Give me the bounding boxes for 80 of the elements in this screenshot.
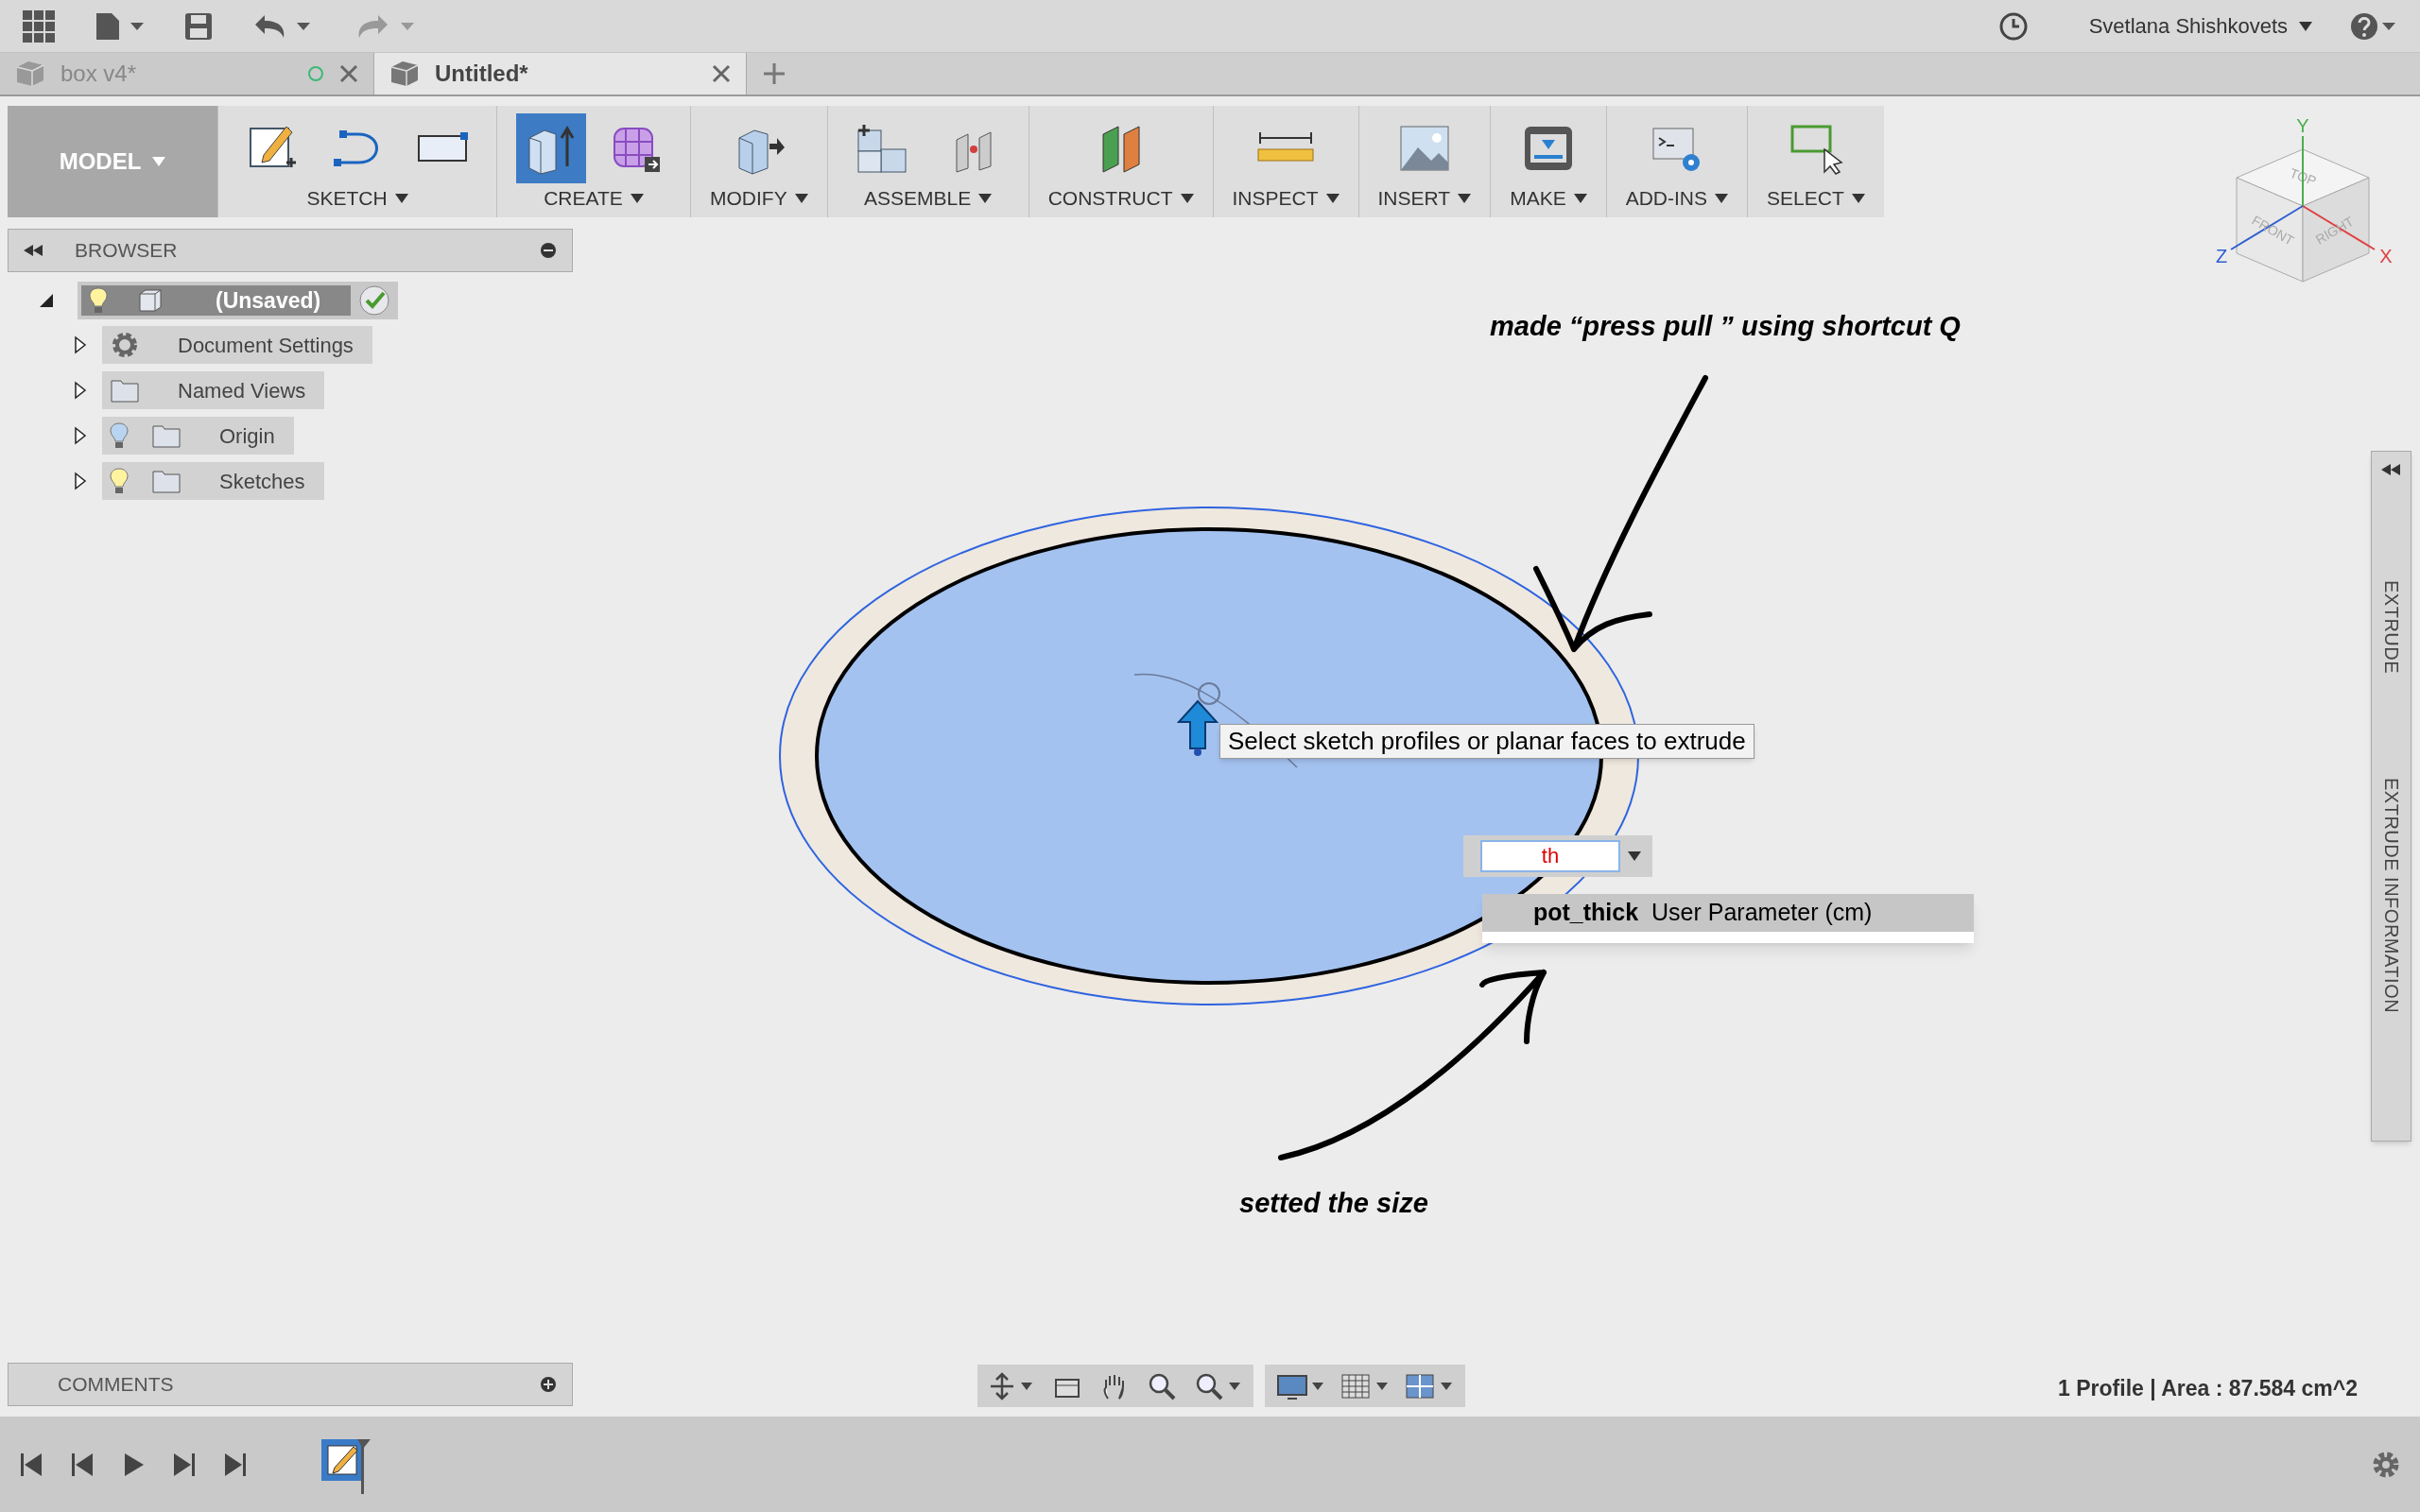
close-icon[interactable]	[339, 64, 358, 83]
panel-title: BROWSER	[75, 238, 179, 264]
caret-icon	[394, 193, 408, 203]
toolbar-tool[interactable]	[516, 113, 586, 183]
collapsed-triangle-icon[interactable]	[74, 472, 87, 490]
save-icon[interactable]	[183, 10, 214, 42]
axis-label: X	[2379, 246, 2393, 266]
tree-item[interactable]: Named Views	[102, 371, 325, 409]
caret-icon	[1715, 193, 1728, 203]
folder-icon	[151, 468, 182, 494]
collapsed-triangle-icon[interactable]	[74, 335, 87, 354]
expand-icon[interactable]	[2380, 463, 2402, 476]
orbit-icon[interactable]	[989, 1371, 1034, 1400]
collapsed-triangle-icon[interactable]	[74, 426, 87, 445]
lightbulb-icon[interactable]	[89, 286, 108, 315]
axis-label: Y	[2296, 115, 2309, 136]
box-document-icon	[389, 60, 420, 88]
caret-icon	[1573, 193, 1587, 203]
lightbulb-icon[interactable]	[110, 421, 129, 450]
lightbulb-icon[interactable]	[110, 467, 129, 495]
toolbar-group-menu[interactable]: INSERT	[1377, 183, 1472, 214]
toolbar-group-menu[interactable]: CONSTRUCT	[1047, 183, 1194, 214]
minimize-icon[interactable]	[540, 242, 557, 259]
caret-icon	[794, 193, 808, 203]
collapse-icon[interactable]	[24, 243, 44, 258]
dropdown-button[interactable]	[1628, 851, 1641, 861]
caret-icon	[630, 193, 644, 203]
panel-tab[interactable]: EXTRUDE INFORMATION	[2377, 778, 2406, 1014]
toolbar-group-menu[interactable]: ASSEMBLE	[864, 183, 993, 214]
toolbar-group-menu[interactable]: ADD-INS	[1625, 183, 1728, 214]
collapsed-triangle-icon[interactable]	[74, 381, 87, 400]
caret-icon	[978, 193, 993, 203]
caret-icon	[152, 157, 166, 166]
caret-icon	[1180, 193, 1194, 203]
distance-input-field[interactable]: th	[1480, 840, 1620, 872]
toolbar-group-menu[interactable]: INSPECT	[1232, 183, 1340, 214]
cube-face-label: TOP	[2288, 164, 2319, 189]
document-tab[interactable]: Untitled*	[373, 53, 747, 94]
panel-title: COMMENTS	[58, 1372, 175, 1398]
tab-label: box v4*	[60, 60, 138, 88]
new-tab-icon[interactable]	[762, 61, 786, 86]
caret-icon	[1851, 193, 1865, 203]
toolbar-group-menu[interactable]: CREATE	[544, 183, 644, 214]
toolbar-group-menu[interactable]: MAKE	[1510, 183, 1587, 214]
extrude-arrow-icon	[1177, 699, 1219, 756]
user-menu[interactable]: Svetlana Shishkovets	[2088, 10, 2312, 42]
sync-status-icon	[307, 65, 324, 82]
zoom-icon[interactable]	[1148, 1371, 1176, 1400]
help-icon[interactable]	[2350, 10, 2397, 42]
tree-item[interactable]: Sketches	[102, 462, 324, 500]
tooltip: Select sketch profiles or planar faces to extrude	[1219, 724, 1754, 759]
grid-icon[interactable]	[1340, 1371, 1390, 1400]
annotation-text: made “press pull ” using shortcut Q	[1490, 310, 1961, 343]
caret-icon	[1458, 193, 1472, 203]
tab-label: Untitled*	[435, 60, 529, 88]
axis-label: Z	[2215, 246, 2228, 266]
apps-grid-icon[interactable]	[23, 9, 55, 43]
tree-item[interactable]: Document Settings	[102, 326, 372, 364]
gear-icon	[110, 330, 140, 360]
add-icon[interactable]	[540, 1376, 557, 1393]
folder-icon	[151, 422, 182, 449]
clock-icon[interactable]	[1997, 10, 2029, 42]
box-document-icon	[15, 60, 45, 88]
folder-icon	[110, 377, 140, 404]
expanded-triangle-icon[interactable]	[38, 292, 55, 309]
active-check-icon[interactable]	[358, 284, 391, 317]
toolbar-group-menu[interactable]: SKETCH	[306, 183, 408, 214]
close-icon[interactable]	[712, 64, 731, 83]
panel-tab[interactable]: EXTRUDE	[2377, 580, 2406, 675]
annotation-text: setted the size	[1239, 1187, 1428, 1220]
caret-icon	[1325, 193, 1340, 203]
component-cube-icon	[138, 288, 163, 313]
zoom-window-icon[interactable]	[1195, 1371, 1242, 1400]
toolbar-group-menu[interactable]: SELECT	[1767, 183, 1865, 214]
viewports-icon[interactable]	[1405, 1371, 1454, 1400]
caret-icon	[2299, 21, 2312, 31]
tree-item[interactable]: Origin	[102, 417, 294, 455]
toolbar-group-menu[interactable]: MODIFY	[710, 183, 808, 214]
suggestion-item[interactable]: pot_thick User Parameter (cm)	[1482, 894, 1974, 932]
status-text: 1 Profile | Area : 87.584 cm^2	[2058, 1375, 2358, 1402]
